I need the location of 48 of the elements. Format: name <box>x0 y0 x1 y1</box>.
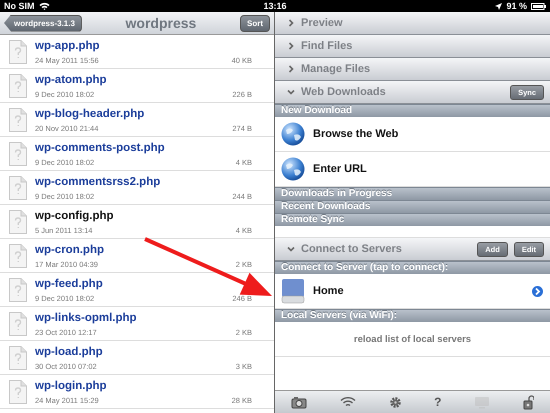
file-icon <box>8 74 26 98</box>
file-icon <box>8 108 26 132</box>
drive-icon <box>281 278 305 304</box>
back-button[interactable]: wordpress-3.1.3 <box>4 14 82 32</box>
file-name[interactable]: wp-commentsrss2.php <box>35 176 232 188</box>
section-header: Recent Downloads <box>275 200 550 213</box>
file-name[interactable]: wp-app.php <box>35 40 232 52</box>
file-icon <box>8 244 26 268</box>
file-icon <box>8 210 26 234</box>
section-header: New Download <box>275 104 550 117</box>
folder-title: wordpress <box>124 15 198 31</box>
file-icon <box>8 346 26 370</box>
section-header: Local Servers (via WiFi): <box>275 309 550 322</box>
lock-icon[interactable] <box>522 394 534 410</box>
battery-icon <box>531 2 546 10</box>
file-name[interactable]: wp-links-opml.php <box>35 312 236 324</box>
location-icon <box>495 2 502 10</box>
reload-link[interactable]: reload list of local servers <box>281 334 544 344</box>
file-icon <box>8 40 26 64</box>
disclosure-icon <box>531 284 544 298</box>
carrier-label: No SIM <box>4 1 34 11</box>
menu-row[interactable]: Browse the Web <box>275 117 550 152</box>
camera-icon[interactable] <box>291 396 308 408</box>
section-header: Remote Sync <box>275 213 550 226</box>
file-name[interactable]: wp-atom.php <box>35 74 232 86</box>
file-name[interactable]: wp-cron.php <box>35 244 236 256</box>
wifi-icon[interactable] <box>340 396 356 408</box>
file-name[interactable]: wp-feed.php <box>35 278 232 290</box>
sort-button[interactable]: Sort <box>240 14 270 32</box>
wifi-icon <box>38 2 50 10</box>
globe-icon <box>281 157 305 181</box>
clock: 13:16 <box>263 1 287 11</box>
file-name[interactable]: wp-comments-post.php <box>35 142 236 154</box>
file-icon <box>8 142 26 166</box>
help-button[interactable]: ? <box>434 395 442 409</box>
file-icon <box>8 278 26 302</box>
file-name[interactable]: wp-config.php <box>35 210 236 222</box>
file-name[interactable]: wp-login.php <box>35 380 232 392</box>
battery-percent: 91 % <box>506 1 527 11</box>
file-name[interactable]: wp-load.php <box>35 346 236 358</box>
file-icon <box>8 380 26 404</box>
file-icon <box>8 312 26 336</box>
section-header: Downloads in Progress <box>275 187 550 200</box>
file-icon <box>8 176 26 200</box>
section-header: Connect to Server (tap to connect): <box>275 261 550 274</box>
settings-icon[interactable] <box>388 396 402 408</box>
globe-icon <box>281 122 305 146</box>
file-name[interactable]: wp-blog-header.php <box>35 108 232 120</box>
